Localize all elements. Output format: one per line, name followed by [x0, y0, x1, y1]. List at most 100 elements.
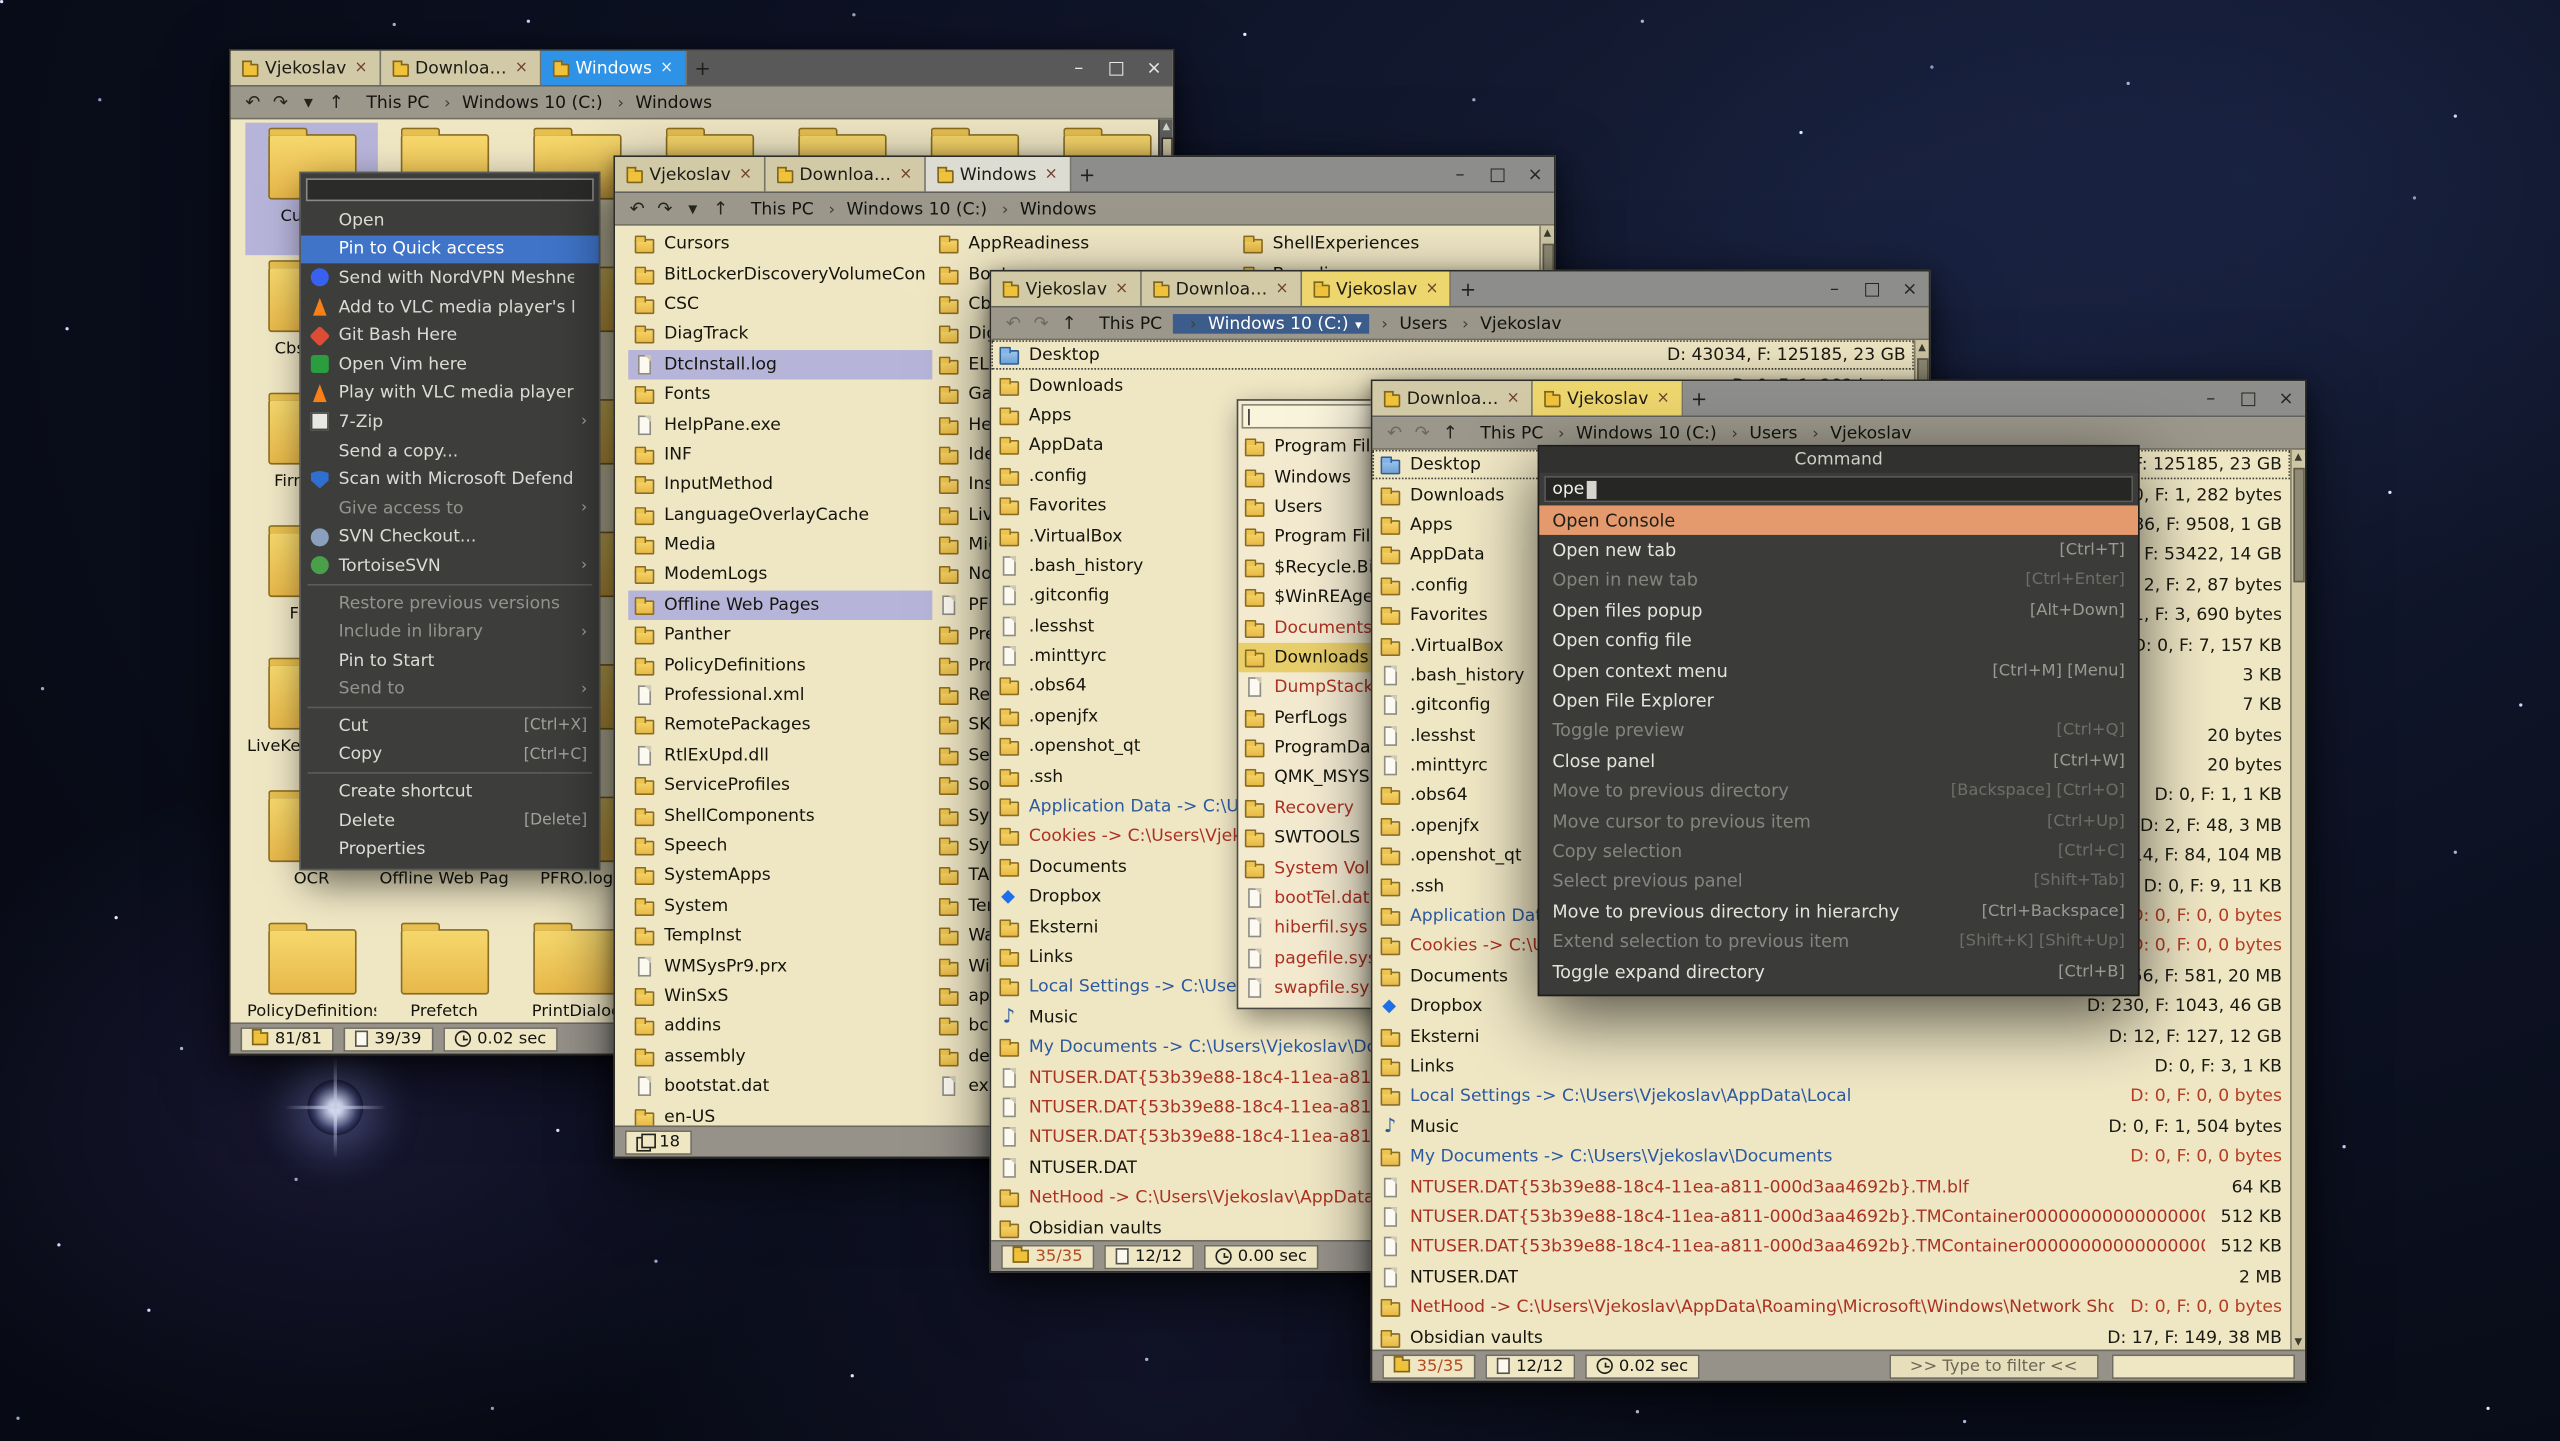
tab-close-icon[interactable]: × — [1045, 165, 1058, 183]
breadcrumb-segment[interactable]: Windows 10 (C:) — [1174, 313, 1370, 333]
command-item[interactable]: Copy selection [Ctrl+C] — [1539, 836, 2138, 866]
breadcrumb-segment[interactable]: Users — [1370, 313, 1451, 333]
new-tab-button[interactable]: + — [686, 51, 719, 85]
command-input[interactable]: ope — [1544, 476, 2133, 502]
new-tab-button[interactable]: + — [1683, 381, 1716, 415]
command-item[interactable]: Open in new tab [Ctrl+Enter] — [1539, 566, 2138, 596]
context-menu-item[interactable]: Pin to Start — [301, 646, 599, 675]
close-button[interactable]: × — [2267, 381, 2305, 415]
command-item[interactable]: Close panel [Ctrl+W] — [1539, 746, 2138, 776]
command-item[interactable]: Move cursor to previous item [Ctrl+Up] — [1539, 806, 2138, 836]
scroll-up-icon[interactable]: ▲ — [2295, 450, 2303, 465]
command-item[interactable]: Extend selection to previous item [Shift… — [1539, 927, 2138, 957]
file-row[interactable]: NTUSER.DAT{53b39e88-18c4-11ea-a811-000d3… — [1372, 1202, 2290, 1232]
context-menu-filter-input[interactable] — [306, 178, 594, 201]
file-row[interactable]: BitLockerDiscoveryVolumeContents — [628, 259, 932, 289]
tab-close-icon[interactable]: × — [1507, 389, 1520, 407]
minimize-button[interactable]: – — [1816, 272, 1854, 306]
scroll-up-icon[interactable]: ▲ — [1918, 340, 1926, 355]
file-row[interactable]: NTUSER.DAT 2 MB — [1372, 1262, 2290, 1292]
file-row[interactable]: ShellComponents — [628, 801, 932, 831]
tab-close-icon[interactable]: × — [1275, 280, 1288, 298]
file-row[interactable]: Obsidian vaults D: 17, F: 149, 38 MB — [1372, 1322, 2290, 1349]
file-row[interactable]: Eksterni D: 12, F: 127, 12 GB — [1372, 1021, 2290, 1051]
breadcrumb-segment[interactable]: This PC — [1477, 423, 1546, 443]
context-menu-item[interactable]: 7-Zip › — [301, 408, 599, 437]
file-row[interactable]: CSC — [628, 289, 932, 319]
file-row[interactable]: ShellExperiences — [1237, 229, 1541, 259]
context-menu-item[interactable] — [301, 580, 599, 588]
file-row[interactable]: Desktop D: 43034, F: 125185, 23 GB — [991, 340, 1914, 370]
context-menu-item[interactable]: Properties — [301, 835, 599, 864]
file-row[interactable]: Offline Web Pages — [628, 590, 932, 620]
tab[interactable]: Downloads × — [381, 51, 541, 85]
file-row[interactable]: LanguageOverlayCache — [628, 500, 932, 530]
file-row[interactable]: PolicyDefinitions — [628, 650, 932, 680]
command-item[interactable]: Toggle expand directory [Ctrl+B] — [1539, 957, 2138, 987]
breadcrumb-segment[interactable]: Windows — [990, 199, 1099, 219]
tab-close-icon[interactable]: × — [1657, 389, 1670, 407]
file-row[interactable]: ModemLogs — [628, 560, 932, 590]
file-row[interactable]: Media — [628, 530, 932, 560]
context-menu-item[interactable]: Add to VLC media player's Playlist — [301, 292, 599, 321]
file-row[interactable]: Professional.xml — [628, 680, 932, 710]
scrollbar[interactable]: ▲ ▼ — [2290, 450, 2305, 1350]
context-menu-item[interactable]: Create shortcut — [301, 777, 599, 806]
file-row[interactable]: Fonts — [628, 379, 932, 409]
breadcrumb-segment[interactable]: This PC — [363, 92, 432, 112]
file-row[interactable]: NTUSER.DAT{53b39e88-18c4-11ea-a811-000d3… — [1372, 1232, 2290, 1262]
history-dropdown-icon[interactable]: ▾ — [294, 92, 322, 113]
tab[interactable]: Downloads × — [765, 157, 925, 191]
maximize-button[interactable]: □ — [1479, 157, 1517, 191]
tab-close-icon[interactable]: × — [739, 165, 752, 183]
command-item[interactable]: Open context menu [Ctrl+M] [Menu] — [1539, 656, 2138, 686]
tab[interactable]: Vjekoslav × — [1302, 272, 1452, 306]
maximize-button[interactable]: □ — [1853, 272, 1891, 306]
scroll-up-icon[interactable]: ▲ — [1544, 226, 1552, 241]
file-row[interactable]: Cursors — [628, 229, 932, 259]
folder-item[interactable]: Prefetch — [378, 918, 510, 1023]
back-icon[interactable]: ↶ — [239, 92, 267, 113]
new-tab-button[interactable]: + — [1452, 272, 1485, 306]
command-item[interactable]: Move to previous directory [Backspace] [… — [1539, 776, 2138, 806]
tab-close-icon[interactable]: × — [515, 59, 528, 77]
up-icon[interactable]: ↑ — [707, 198, 735, 219]
context-menu-item[interactable]: Open — [301, 206, 599, 235]
file-row[interactable]: WinSxS — [628, 981, 932, 1011]
forward-icon[interactable]: ↷ — [1027, 312, 1055, 333]
back-icon[interactable]: ↶ — [999, 312, 1027, 333]
scroll-down-icon[interactable]: ▼ — [2295, 1335, 2303, 1350]
context-menu-item[interactable] — [301, 769, 599, 777]
file-row[interactable]: addins — [628, 1011, 932, 1041]
tab-close-icon[interactable]: × — [1425, 280, 1438, 298]
maximize-button[interactable]: □ — [2230, 381, 2268, 415]
file-row[interactable]: AppReadiness — [932, 229, 1236, 259]
file-row[interactable]: DiagTrack — [628, 319, 932, 349]
context-menu-item[interactable]: SVN Checkout... — [301, 523, 599, 552]
file-row[interactable]: RemotePackages — [628, 710, 932, 740]
context-menu-item[interactable] — [301, 704, 599, 712]
back-icon[interactable]: ↶ — [623, 198, 651, 219]
file-row[interactable]: ServiceProfiles — [628, 771, 932, 801]
scrollbar-thumb[interactable] — [2293, 468, 2304, 583]
context-menu-item[interactable]: Send a copy... — [301, 436, 599, 465]
context-menu-item[interactable]: Scan with Microsoft Defender... — [301, 465, 599, 494]
forward-icon[interactable]: ↷ — [267, 92, 295, 113]
tab[interactable]: Vjekoslav × — [1533, 381, 1683, 415]
file-row[interactable]: Local Settings -> C:\Users\Vjekoslav\App… — [1372, 1082, 2290, 1112]
breadcrumb-segment[interactable]: This PC — [1096, 313, 1165, 333]
context-menu-item[interactable]: Cut [Ctrl+X] — [301, 712, 599, 741]
tab[interactable]: Vjekoslav × — [231, 51, 381, 85]
close-button[interactable]: × — [1135, 51, 1173, 85]
context-menu-item[interactable]: Give access to › — [301, 494, 599, 523]
context-menu-item[interactable]: Pin to Quick access — [301, 235, 599, 264]
command-item[interactable]: Open File Explorer — [1539, 686, 2138, 716]
context-menu-item[interactable]: Open Vim here — [301, 350, 599, 379]
context-menu-item[interactable]: Send to › — [301, 675, 599, 704]
breadcrumb-segment[interactable]: Windows 10 (C:) — [1547, 423, 1720, 443]
file-row[interactable]: NetHood -> C:\Users\Vjekoslav\AppData\Ro… — [1372, 1292, 2290, 1322]
tab[interactable]: Windows × — [925, 157, 1070, 191]
file-row[interactable]: My Documents -> C:\Users\Vjekoslav\Docum… — [1372, 1142, 2290, 1172]
minimize-button[interactable]: – — [1060, 51, 1098, 85]
minimize-button[interactable]: – — [1441, 157, 1479, 191]
